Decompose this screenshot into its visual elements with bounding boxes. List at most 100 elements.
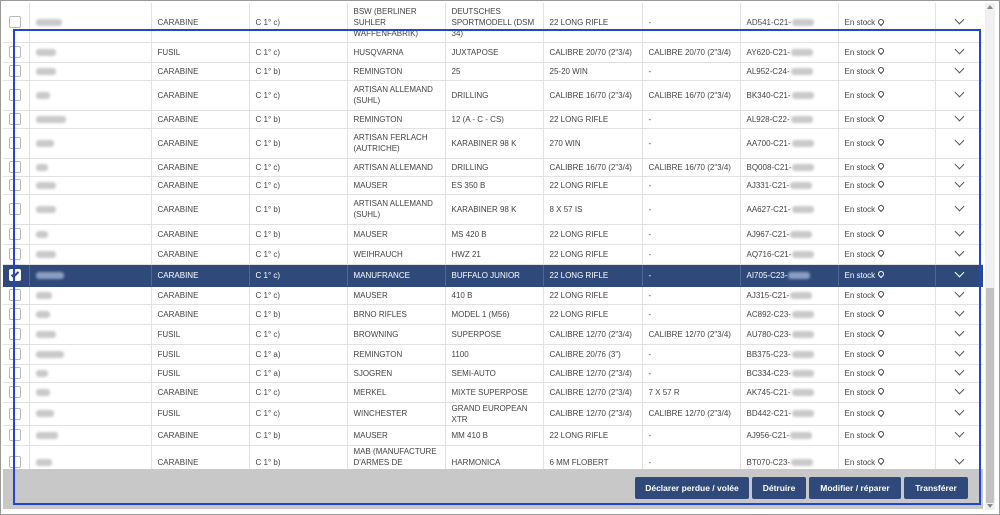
expand-cell[interactable] [935, 382, 983, 403]
expand-cell[interactable] [935, 80, 983, 111]
expand-cell[interactable] [935, 304, 983, 325]
table-row[interactable]: CARABINE C 1° c) BSW (BERLINER SUHLER WAFF… [3, 3, 983, 43]
chevron-down-icon[interactable] [954, 159, 965, 169]
destroy-button[interactable]: Détruire [752, 477, 806, 499]
expand-cell[interactable] [935, 110, 983, 129]
chevron-down-icon[interactable] [954, 287, 965, 297]
location-pin-icon[interactable] [876, 270, 886, 279]
location-pin-icon[interactable] [876, 138, 886, 147]
row-checkbox[interactable] [9, 429, 21, 441]
location-pin-icon[interactable] [876, 290, 886, 299]
row-checkbox[interactable] [9, 203, 21, 215]
expand-cell[interactable] [935, 3, 983, 43]
expand-cell[interactable] [935, 62, 983, 81]
location-pin-icon[interactable] [876, 114, 886, 123]
chevron-down-icon[interactable] [954, 365, 965, 375]
chevron-down-icon[interactable] [954, 384, 965, 394]
row-checkbox[interactable] [9, 16, 21, 29]
table-row[interactable]: CARABINE C 1° c) MAUSER ES 350 B 22 LONG RIF… [3, 176, 983, 195]
table-row[interactable]: CARABINE C 1° b) REMINGTON 12 (A - C - CS) 2… [3, 110, 983, 129]
table-row[interactable]: CARABINE C 1° b) MAUSER MS 420 B 22 LONG RIF… [3, 224, 983, 245]
expand-cell[interactable] [935, 224, 983, 245]
location-pin-icon[interactable] [876, 430, 886, 439]
expand-cell[interactable] [935, 158, 983, 177]
chevron-down-icon[interactable] [954, 44, 965, 54]
expand-cell[interactable] [935, 264, 983, 287]
table-row[interactable]: CARABINE C 1° b) ARTISAN FERLACH (AUTRICHE… [3, 128, 983, 159]
scroll-up-arrow-icon[interactable] [987, 5, 993, 9]
row-checkbox[interactable] [9, 456, 21, 468]
location-pin-icon[interactable] [876, 368, 886, 377]
row-checkbox[interactable] [9, 179, 21, 191]
table-row[interactable]: FUSIL C 1° c) WINCHESTER GRAND EUROPEAN XTR… [3, 402, 983, 426]
table-row[interactable]: CARABINE C 1° b) ARTISAN ALLEMAND (SUHL) KA… [3, 194, 983, 225]
table-row[interactable]: CARABINE C 1° c) MAUSER 410 B 22 LONG RIFLE -… [3, 286, 983, 305]
chevron-down-icon[interactable] [954, 405, 965, 416]
location-pin-icon[interactable] [876, 387, 886, 396]
row-checkbox[interactable] [9, 137, 21, 149]
row-checkbox[interactable] [9, 248, 21, 260]
location-pin-icon[interactable] [876, 349, 886, 358]
expand-cell[interactable] [935, 244, 983, 265]
expand-cell[interactable] [935, 286, 983, 305]
table-row[interactable]: CARABINE C 1° b) BRNO RIFLES MODEL 1 (M56) 2… [3, 304, 983, 325]
chevron-down-icon[interactable] [954, 246, 965, 256]
row-checkbox[interactable] [9, 407, 21, 420]
expand-cell[interactable] [935, 324, 983, 345]
modify-repair-button[interactable]: Modifier / réparer [809, 477, 901, 499]
expand-cell[interactable] [935, 42, 983, 63]
table-row[interactable]: CARABINE C 1° b) MAB (MANUFACTURE D'ARMES … [3, 445, 983, 469]
location-pin-icon[interactable] [876, 457, 886, 466]
row-checkbox[interactable] [9, 113, 21, 125]
row-checkbox[interactable] [9, 386, 21, 398]
location-pin-icon[interactable] [876, 204, 886, 213]
expand-cell[interactable] [935, 425, 983, 446]
table-row[interactable]: FUSIL C 1° a) SJOGREN SEMI-AUTO CALIBRE 12/7… [3, 364, 983, 383]
location-pin-icon[interactable] [876, 47, 886, 56]
row-checkbox[interactable] [9, 367, 21, 379]
chevron-down-icon[interactable] [954, 267, 965, 277]
location-pin-icon[interactable] [876, 408, 886, 418]
table-row[interactable]: FUSIL C 1° a) REMINGTON 1100 CALIBRE 20/76 (… [3, 344, 983, 365]
location-pin-icon[interactable] [876, 229, 886, 238]
expand-cell[interactable] [935, 176, 983, 195]
row-checkbox[interactable] [9, 161, 21, 173]
location-pin-icon[interactable] [876, 66, 886, 75]
chevron-down-icon[interactable] [954, 14, 965, 25]
location-pin-icon[interactable] [876, 249, 886, 258]
location-pin-icon[interactable] [876, 17, 886, 26]
chevron-down-icon[interactable] [954, 346, 965, 356]
declare-lost-stolen-button[interactable]: Déclarer perdue / volée [635, 477, 749, 499]
row-checkbox[interactable] [9, 308, 21, 320]
chevron-down-icon[interactable] [954, 135, 965, 145]
table-row[interactable]: CARABINE C 1° c) ARTISAN ALLEMAND (SUHL) DR… [3, 80, 983, 111]
table-row[interactable]: CARABINE C 1° b) REMINGTON 25 25-20 WIN - AL95… [3, 62, 983, 81]
chevron-down-icon[interactable] [954, 454, 965, 464]
location-pin-icon[interactable] [876, 180, 886, 189]
chevron-down-icon[interactable] [954, 306, 965, 316]
scroll-down-arrow-icon[interactable] [987, 504, 993, 508]
location-pin-icon[interactable] [876, 162, 886, 171]
expand-cell[interactable] [935, 445, 983, 469]
chevron-down-icon[interactable] [954, 326, 965, 336]
chevron-down-icon[interactable] [954, 226, 965, 236]
table-row[interactable]: CARABINE C 1° c) WEIHRAUCH HWZ 21 22 LONG RI… [3, 244, 983, 265]
row-checkbox[interactable] [9, 46, 21, 58]
chevron-down-icon[interactable] [954, 427, 965, 437]
location-pin-icon[interactable] [876, 90, 886, 99]
table-row[interactable]: CARABINE C 1° b) MAUSER MM 410 B 22 LONG RIF… [3, 425, 983, 446]
table-row[interactable]: CARABINE C 1° c) MERKEL MIXTE SUPERPOSE CALI… [3, 382, 983, 403]
row-checkbox[interactable] [9, 269, 21, 281]
chevron-down-icon[interactable] [954, 111, 965, 121]
chevron-down-icon[interactable] [954, 63, 965, 73]
row-checkbox[interactable] [9, 328, 21, 340]
row-checkbox[interactable] [9, 89, 21, 101]
row-checkbox[interactable] [9, 228, 21, 240]
row-checkbox[interactable] [9, 289, 21, 301]
row-checkbox[interactable] [9, 348, 21, 360]
vertical-scrollbar[interactable] [985, 3, 995, 510]
table-row[interactable]: CARABINE C 1° c) ARTISAN ALLEMAND DRILLING C… [3, 158, 983, 177]
transfer-button[interactable]: Transférer [904, 477, 968, 499]
chevron-down-icon[interactable] [954, 177, 965, 187]
scrollbar-thumb[interactable] [986, 288, 994, 503]
